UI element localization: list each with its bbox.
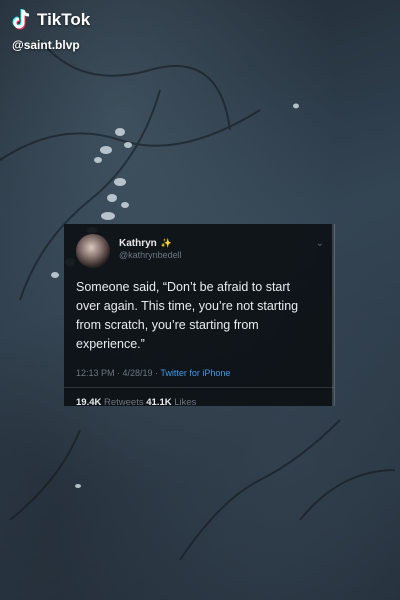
- tweet-card: Kathryn ✨ @kathrynbedell ⌄ Someone said,…: [64, 224, 334, 408]
- display-name: Kathryn: [119, 238, 157, 249]
- tweet-timestamp: 12:13 PM · 4/28/19 ·: [76, 368, 161, 378]
- chevron-down-icon: ⌄: [315, 238, 324, 249]
- tweet-stats: 19.4K Retweets 41.1K Likes: [76, 397, 324, 408]
- like-count: 41.1K: [146, 397, 172, 408]
- author-name-row: Kathryn ✨: [119, 238, 182, 249]
- retweets-label: Retweets: [101, 397, 147, 408]
- username: @kathrynbedell: [119, 250, 182, 260]
- tiktok-handle: @saint.blvp: [12, 38, 80, 52]
- tiktok-brand-text: TikTok: [37, 10, 91, 29]
- tiktok-note-icon: [12, 9, 30, 30]
- tweet-meta: 12:13 PM · 4/28/19 · Twitter for iPhone: [76, 368, 324, 378]
- tiktok-watermark: TikTok: [10, 8, 90, 32]
- likes-label: Likes: [171, 397, 197, 408]
- divider: [64, 387, 334, 388]
- avatar: [76, 234, 110, 268]
- tweet-header: Kathryn ✨ @kathrynbedell ⌄: [76, 234, 324, 268]
- retweet-count: 19.4K: [76, 397, 102, 408]
- sparkle-emoji: ✨: [160, 238, 173, 248]
- tweet-source: Twitter for iPhone: [160, 368, 231, 378]
- scrollbar: [332, 224, 335, 406]
- tweet-text: Someone said, “Don’t be afraid to start …: [76, 280, 299, 351]
- author-block: Kathryn ✨ @kathrynbedell: [119, 238, 182, 260]
